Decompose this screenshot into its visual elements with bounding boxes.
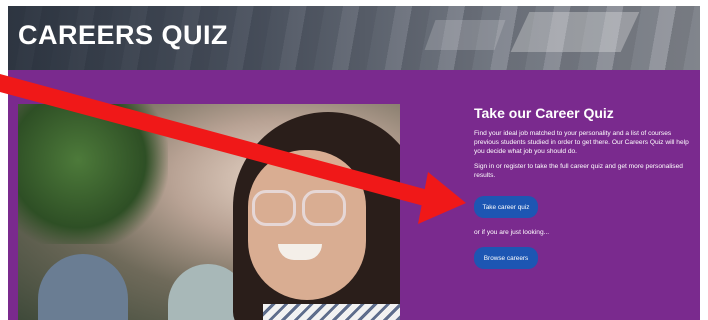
smiling-woman-photo xyxy=(18,104,400,320)
hero-header: CAREERS QUIZ xyxy=(8,6,700,70)
quiz-heading: Take our Career Quiz xyxy=(474,105,614,121)
page-title: CAREERS QUIZ xyxy=(18,20,229,50)
just-looking-text: or if you are just looking... xyxy=(474,229,550,236)
background-photo-highlight xyxy=(510,12,640,52)
page: CAREERS QUIZ Take our Career Quiz Find y… xyxy=(0,0,708,320)
background-photo-highlight xyxy=(424,20,506,50)
signin-note-text: Sign in or register to take the full car… xyxy=(474,163,683,179)
quiz-intro-text: Find your ideal job matched to your pers… xyxy=(474,130,689,155)
browse-careers-button[interactable]: Browse careers xyxy=(474,247,538,269)
quiz-content: Take our Career Quiz Find your ideal job… xyxy=(474,105,689,186)
take-career-quiz-button[interactable]: Take career quiz xyxy=(474,196,538,218)
